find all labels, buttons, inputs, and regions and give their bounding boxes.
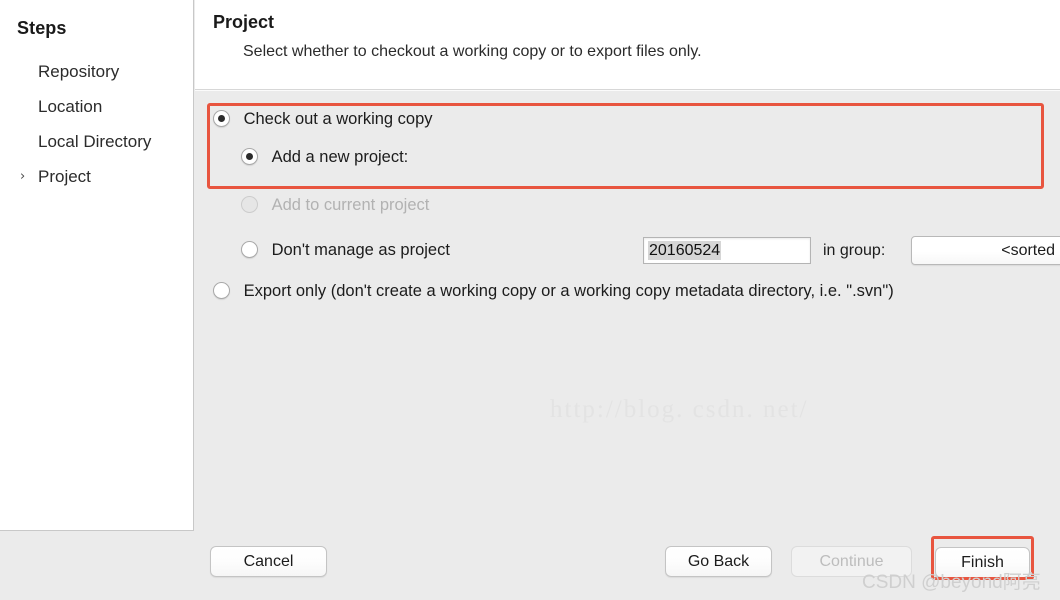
radio-label: Don't manage as project <box>271 241 450 259</box>
in-group-label: in group: <box>823 242 886 259</box>
sidebar-item-label: Repository <box>38 62 120 81</box>
wizard-window: Steps Repository Location Local Director… <box>0 0 1060 600</box>
watermark-csdn: CSDN @beyond阿亮 <box>862 572 1041 593</box>
cancel-button[interactable]: Cancel <box>210 546 327 577</box>
radio-label: Add a new project: <box>271 148 409 166</box>
chevron-right-icon: › <box>20 169 26 184</box>
watermark-url: http://blog. csdn. net/ <box>550 396 809 423</box>
radio-add-to-current-project: Add to current project <box>241 196 429 215</box>
radio-label: Check out a working copy <box>243 110 433 128</box>
sidebar-item-label: Location <box>38 97 103 116</box>
options-area: Check out a working copy Add a new proje… <box>195 91 1060 531</box>
radio-indicator-icon <box>241 196 258 213</box>
sidebar-item-repository[interactable]: Repository <box>0 54 194 89</box>
radio-export-only[interactable]: Export only (don't create a working copy… <box>213 282 894 301</box>
page-title: Project <box>213 12 275 32</box>
sidebar-item-label: Project <box>38 167 91 186</box>
sidebar-item-location[interactable]: Location <box>0 89 194 124</box>
radio-indicator-icon[interactable] <box>241 148 258 165</box>
page-subtitle: Select whether to checkout a working cop… <box>243 43 702 60</box>
go-back-button[interactable]: Go Back <box>665 546 772 577</box>
sidebar-item-local-directory[interactable]: Local Directory <box>0 124 194 159</box>
group-select-value: <sorted group> <box>1001 242 1060 259</box>
radio-dont-manage-as-project[interactable]: Don't manage as project <box>241 241 450 260</box>
new-project-name-value: 20160524 <box>648 241 722 260</box>
steps-sidebar: Steps Repository Location Local Director… <box>0 0 194 531</box>
sidebar-step-list: Repository Location Local Directory › Pr… <box>0 54 194 194</box>
radio-indicator-icon[interactable] <box>241 241 258 258</box>
content-panel: Project Select whether to checkout a wor… <box>195 0 1060 531</box>
new-project-name-input[interactable]: 20160524 <box>643 237 811 264</box>
sidebar-item-label: Local Directory <box>38 132 152 151</box>
radio-check-out-working-copy[interactable]: Check out a working copy <box>213 110 433 129</box>
radio-indicator-icon[interactable] <box>213 110 230 127</box>
sidebar-title: Steps <box>17 18 67 38</box>
radio-label: Export only (don't create a working copy… <box>243 282 894 300</box>
radio-indicator-icon[interactable] <box>213 282 230 299</box>
sidebar-item-project[interactable]: › Project <box>0 159 194 194</box>
radio-add-new-project[interactable]: Add a new project: <box>241 148 408 167</box>
content-header: Project Select whether to checkout a wor… <box>195 0 1060 90</box>
group-select[interactable]: <sorted group> <box>911 236 1060 265</box>
radio-label: Add to current project <box>271 196 430 214</box>
